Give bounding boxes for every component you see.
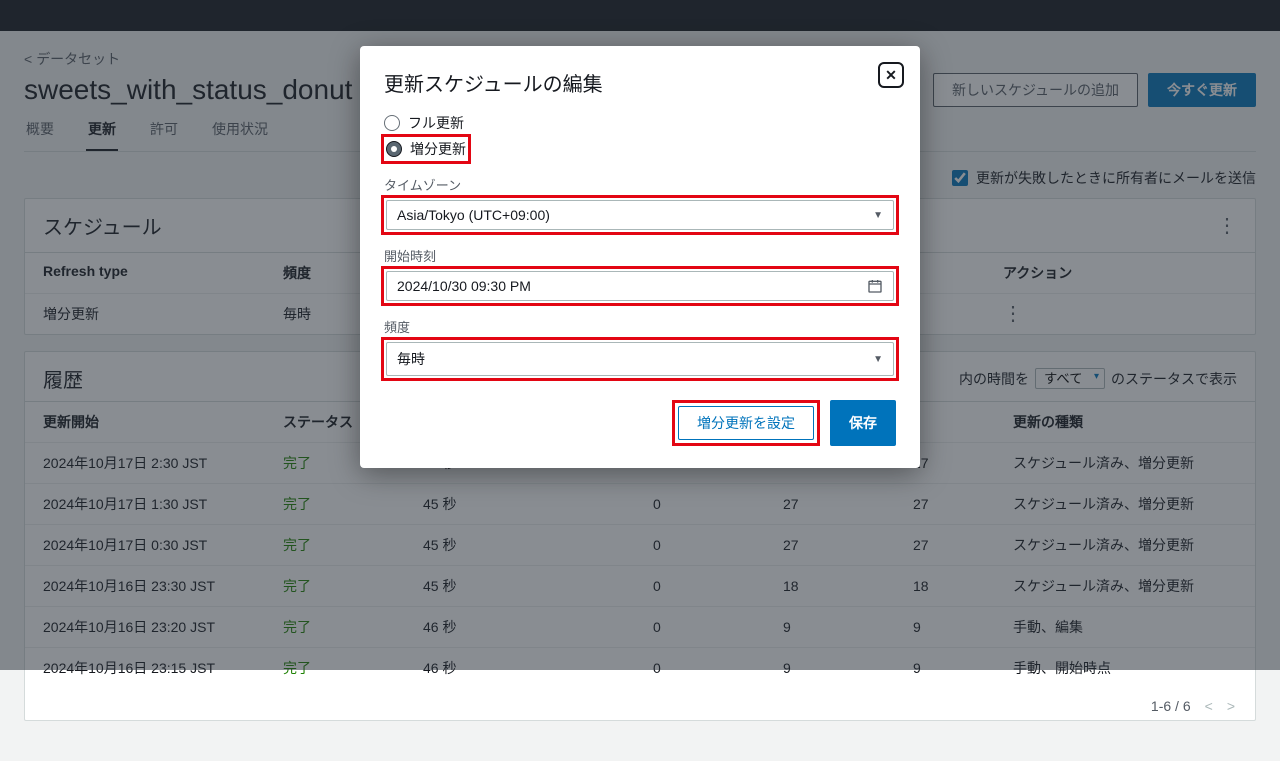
calendar-icon [867, 278, 883, 294]
page-prev-icon[interactable]: < [1205, 698, 1213, 714]
timezone-label: タイムゾーン [384, 175, 896, 194]
timezone-select[interactable]: Asia/Tokyo (UTC+09:00) ▼ [386, 200, 894, 230]
start-time-input[interactable]: 2024/10/30 09:30 PM [386, 271, 894, 301]
modal-title: 更新スケジュールの編集 [384, 68, 896, 97]
edit-schedule-modal: ✕ 更新スケジュールの編集 フル更新 増分更新 タイムゾーン Asia/Toky… [360, 46, 920, 468]
chevron-down-icon: ▼ [873, 210, 883, 221]
frequency-select[interactable]: 毎時 ▼ [386, 342, 894, 376]
radio-full-label: フル更新 [408, 113, 464, 133]
radio-incremental-label: 増分更新 [410, 139, 466, 159]
radio-checked-icon [386, 141, 402, 157]
radio-full-refresh[interactable]: フル更新 [384, 113, 896, 133]
timezone-value: Asia/Tokyo (UTC+09:00) [397, 207, 550, 223]
save-button[interactable]: 保存 [830, 400, 896, 446]
close-icon[interactable]: ✕ [878, 62, 904, 88]
modal-overlay: ✕ 更新スケジュールの編集 フル更新 増分更新 タイムゾーン Asia/Toky… [0, 0, 1280, 670]
radio-unchecked-icon [384, 115, 400, 131]
start-time-label: 開始時刻 [384, 246, 896, 265]
configure-incremental-button[interactable]: 増分更新を設定 [678, 406, 814, 440]
frequency-value: 毎時 [397, 349, 425, 369]
start-time-value: 2024/10/30 09:30 PM [397, 278, 531, 294]
page-next-icon[interactable]: > [1227, 698, 1235, 714]
frequency-label: 頻度 [384, 317, 896, 336]
radio-incremental-refresh[interactable]: 増分更新 [386, 139, 466, 159]
chevron-down-icon: ▼ [873, 354, 883, 365]
pagination-text: 1-6 / 6 [1151, 698, 1191, 714]
